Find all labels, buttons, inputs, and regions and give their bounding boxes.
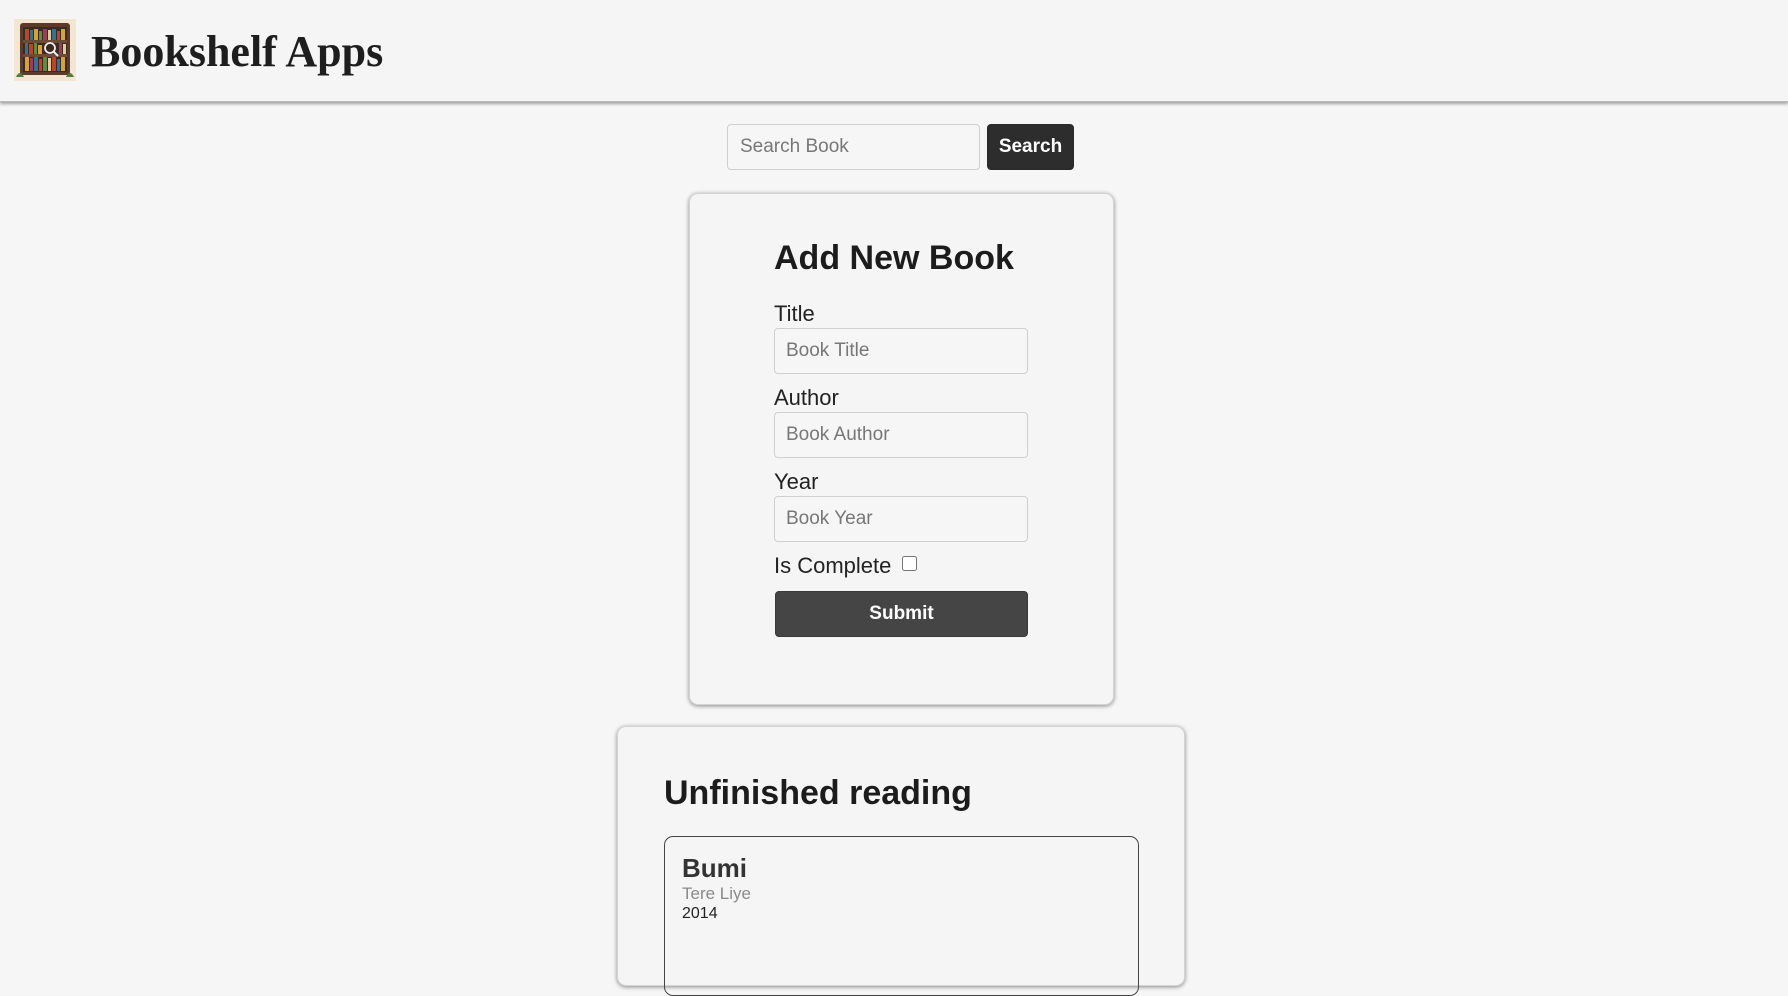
bookshelf-icon <box>14 19 76 81</box>
add-book-form: Add New Book Title Author Year Is Comple… <box>689 193 1114 705</box>
form-heading: Add New Book <box>774 239 1014 277</box>
app-title: Bookshelf Apps <box>91 27 384 76</box>
book-author: Tere Liye <box>682 884 751 903</box>
submit-button[interactable]: Submit <box>775 591 1028 637</box>
app-header: Bookshelf Apps <box>0 0 1788 102</box>
author-input[interactable] <box>774 412 1028 458</box>
year-input[interactable] <box>774 496 1028 542</box>
author-label: Author <box>774 385 839 410</box>
unfinished-reading-section: Unfinished reading Bumi Tere Liye 2014 <box>617 726 1185 996</box>
is-complete-label: Is Complete <box>774 553 892 578</box>
title-label: Title <box>774 301 815 326</box>
book-year: 2014 <box>682 905 718 922</box>
search-button[interactable]: Search <box>987 124 1074 170</box>
book-item: Bumi Tere Liye 2014 <box>664 836 1139 996</box>
search-input[interactable] <box>727 124 980 170</box>
year-label: Year <box>774 469 819 494</box>
title-input[interactable] <box>774 328 1028 374</box>
book-title: Bumi <box>682 853 747 883</box>
is-complete-checkbox[interactable] <box>902 556 917 571</box>
unfinished-heading: Unfinished reading <box>664 774 972 812</box>
